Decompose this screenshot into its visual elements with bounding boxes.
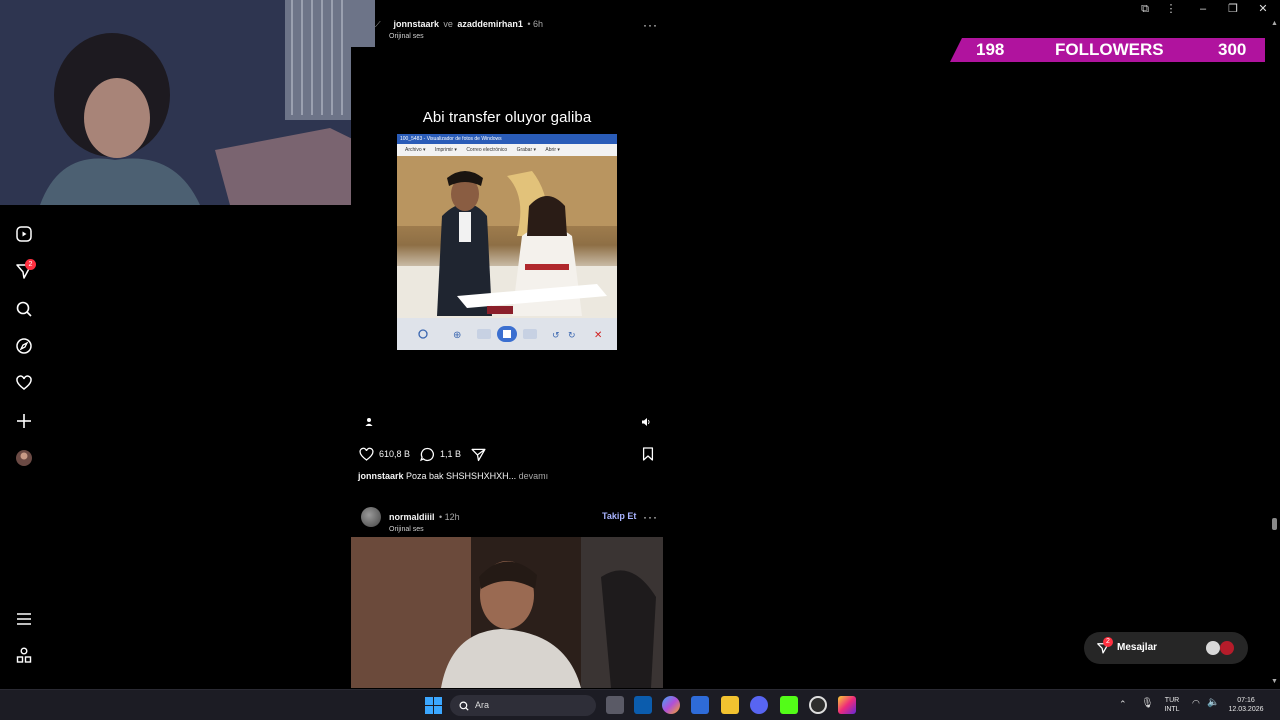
kick-icon[interactable]: [780, 696, 798, 714]
obs-icon[interactable]: [809, 696, 827, 714]
menu-item: Imprimir ▾: [434, 147, 457, 153]
video-caption: Abi transfer oluyor galiba: [422, 109, 592, 126]
explore-icon[interactable]: [14, 336, 34, 356]
instagram-icon[interactable]: [838, 696, 856, 714]
keyboard-layout: INTL: [1164, 706, 1180, 713]
clock-date: 12.03.2026: [1228, 706, 1264, 713]
clock[interactable]: 07:16 12.03.2026: [1224, 696, 1268, 714]
post-actions: 610,8 B 1,1 B: [358, 445, 487, 463]
photo-viewer-toolbar: ⊕ ↺ ↻ ✕: [397, 318, 617, 350]
more-link[interactable]: devamı: [519, 471, 549, 481]
svg-text:⊕: ⊕: [453, 330, 461, 341]
like-icon[interactable]: [358, 446, 375, 463]
followers-goal: 300: [1218, 40, 1247, 59]
reels-icon[interactable]: [14, 224, 34, 244]
photo-viewer-menu: Archivo ▾ Imprimir ▾ Correo electrónico …: [397, 144, 617, 156]
file-explorer-icon[interactable]: [721, 696, 739, 714]
tray-expand-icon[interactable]: ⌃: [1119, 699, 1127, 710]
connector-text: ve: [443, 19, 453, 29]
scrollbar-thumb[interactable]: [1272, 518, 1277, 530]
browser-menu-icon[interactable]: ⋮: [1163, 1, 1179, 17]
language-code: TUR: [1164, 697, 1180, 704]
search-placeholder: Ara: [475, 700, 490, 710]
heart-icon[interactable]: [14, 373, 34, 393]
comment-icon[interactable]: [419, 446, 436, 463]
caption-username[interactable]: jonnstaark: [358, 471, 404, 481]
messages-icon[interactable]: 2: [14, 259, 36, 281]
scroll-down-icon[interactable]: ▼: [1271, 678, 1278, 685]
caption-text: Poza bak SHSHSHXHXH...: [406, 471, 517, 481]
photo-viewer-title: 100_5483 - Visualizador de fotos de Wind…: [397, 134, 617, 144]
restore-icon[interactable]: ❐: [1225, 1, 1241, 17]
post-avatar[interactable]: [361, 507, 381, 527]
post-caption: jonnstaark Poza bak SHSHSHXHXH... devamı: [358, 471, 548, 481]
post-username[interactable]: normaldiiil: [389, 512, 435, 522]
discord-icon[interactable]: [750, 696, 768, 714]
follow-button[interactable]: Takip Et: [602, 511, 636, 521]
messages-button[interactable]: 2 Mesajlar: [1084, 632, 1248, 664]
profile-avatar[interactable]: [14, 448, 34, 468]
svg-text:✕: ✕: [594, 330, 602, 341]
create-icon[interactable]: [14, 411, 34, 431]
start-icon[interactable]: [425, 697, 442, 714]
clock-time: 07:16: [1237, 697, 1255, 704]
notification-badge: 2: [25, 259, 36, 270]
embedded-photo: 100_5483 - Visualizador de fotos de Wind…: [397, 134, 617, 350]
extensions-icon[interactable]: ⧉: [1137, 1, 1153, 17]
volume-icon[interactable]: 🔈: [1207, 697, 1219, 708]
tagged-user-icon[interactable]: [364, 414, 374, 426]
more-menu-icon[interactable]: [14, 609, 34, 629]
reel-video[interactable]: [351, 537, 663, 688]
microphone-icon[interactable]: 🎙: [1141, 698, 1154, 709]
collab-icon: ⟋: [375, 20, 381, 29]
webcam-overlay: [0, 0, 375, 205]
messages-badge: 2: [1103, 637, 1113, 647]
avatar: [1206, 641, 1220, 655]
post-username[interactable]: jonnstaark: [393, 19, 439, 29]
wifi-icon[interactable]: ◠: [1192, 698, 1200, 709]
outlook-icon[interactable]: [634, 696, 652, 714]
copilot-icon[interactable]: [662, 696, 680, 714]
post-time: 12h: [444, 512, 460, 522]
wedding-scene: [397, 156, 617, 318]
svg-text:↺: ↺: [552, 331, 560, 341]
close-window-icon[interactable]: ✕: [1255, 1, 1271, 17]
post-coauthor[interactable]: azaddemirhan1: [457, 19, 523, 29]
comment-count[interactable]: 1,1 B: [440, 449, 461, 459]
post-options-icon[interactable]: ···: [643, 510, 658, 524]
taskbar-search[interactable]: Ara: [450, 695, 596, 716]
reel-video[interactable]: Abi transfer oluyor galiba 100_5483 - Vi…: [351, 47, 663, 437]
audio-label[interactable]: Orijinal ses: [389, 33, 543, 40]
also-from-meta-icon[interactable]: [14, 646, 34, 666]
scroll-up-icon[interactable]: ▲: [1271, 20, 1278, 27]
language-indicator[interactable]: TUR INTL: [1160, 696, 1184, 714]
search-icon[interactable]: [14, 299, 34, 319]
svg-text:↻: ↻: [568, 331, 576, 341]
messages-label: Mesajlar: [1117, 642, 1158, 653]
menu-item: Correo electrónico: [466, 147, 508, 153]
menu-item: Grabar ▾: [516, 147, 537, 153]
share-icon[interactable]: [470, 446, 487, 463]
followers-label: FOLLOWERS: [1055, 40, 1164, 59]
post-time: 6h: [533, 19, 544, 29]
task-view-icon[interactable]: [606, 696, 624, 714]
menu-item: Archivo ▾: [405, 147, 426, 153]
followers-goal-bar: 198 FOLLOWERS 300: [950, 38, 1265, 62]
search-icon: [458, 699, 470, 711]
post-options-icon[interactable]: ···: [643, 18, 658, 32]
audio-label[interactable]: Orijinal ses: [389, 526, 460, 533]
minimize-icon[interactable]: –: [1195, 1, 1211, 17]
followers-current: 198: [976, 40, 1005, 59]
post-header: normaldiiil • 12h Orijinal ses: [389, 512, 460, 533]
menu-item: Abrir ▾: [545, 147, 560, 153]
avatar: [1220, 641, 1234, 655]
like-count[interactable]: 610,8 B: [379, 449, 410, 459]
save-icon[interactable]: [640, 446, 656, 462]
taskbar: Ara ⌃ 🎙 TUR INTL ◠ 🔈 07:16 12.03.2026: [0, 689, 1280, 720]
post-header: ⟋ jonnstaark ve azaddemirhan1 • 6h Oriji…: [375, 19, 544, 40]
volume-icon[interactable]: [641, 414, 651, 426]
store-icon[interactable]: [691, 696, 709, 714]
